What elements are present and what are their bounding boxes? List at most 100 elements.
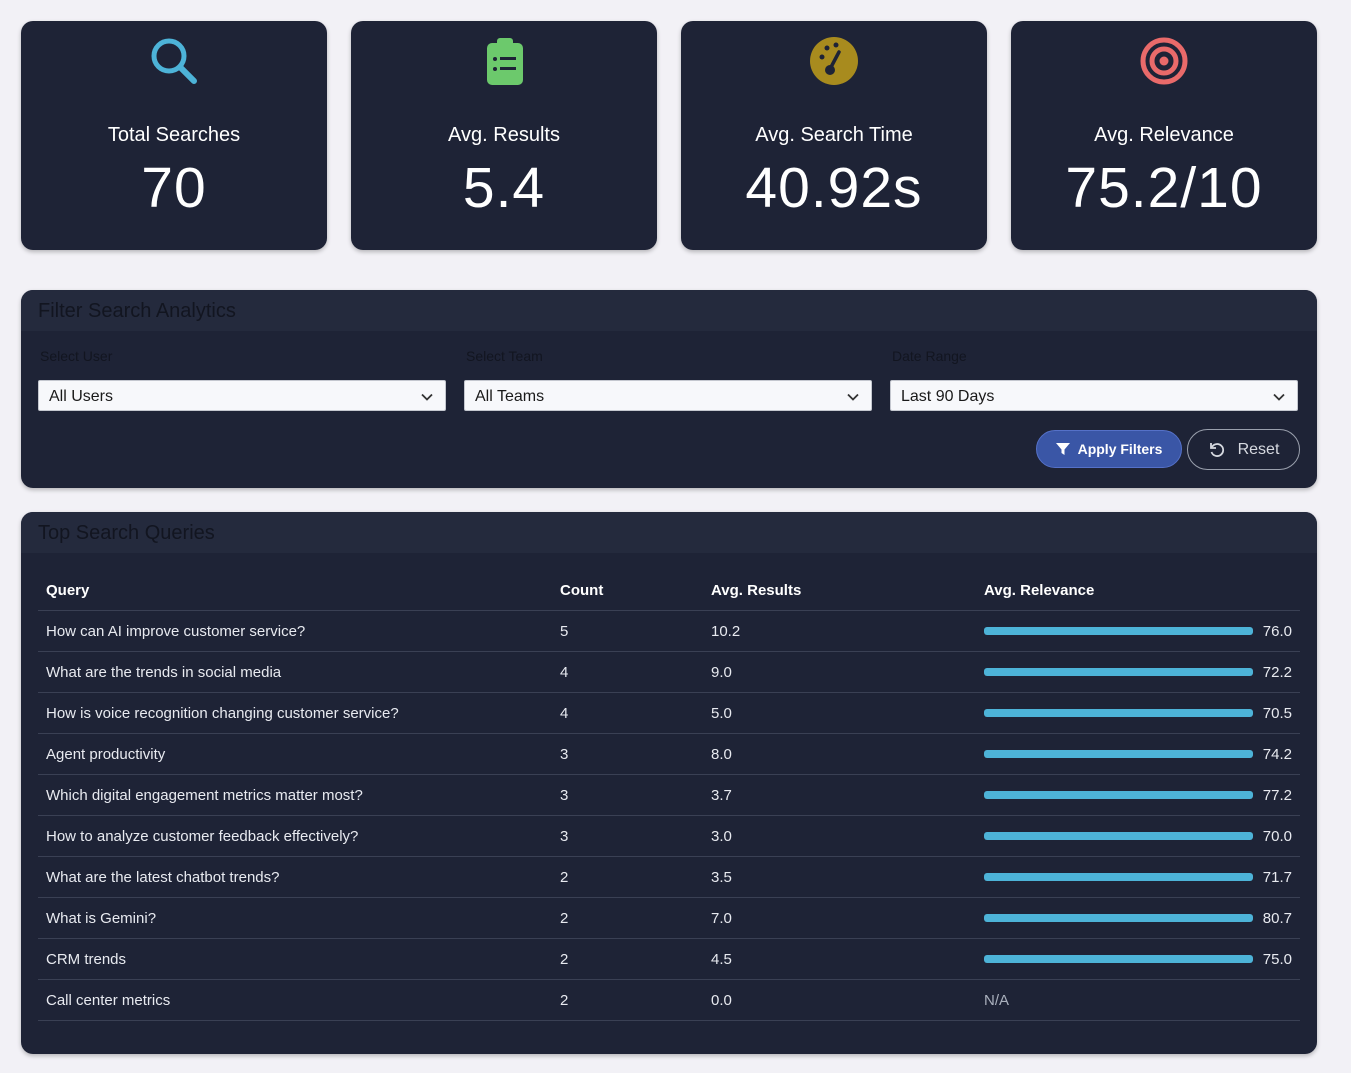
count-cell: 2 [552, 897, 703, 939]
date-range-select[interactable]: Last 90 Days [890, 380, 1298, 411]
chevron-down-icon [1273, 393, 1285, 401]
avg-results-cell: 3.5 [703, 856, 976, 898]
query-cell: What is Gemini? [38, 897, 552, 939]
query-cell: What are the trends in social media [38, 651, 552, 693]
count-cell: 3 [552, 815, 703, 857]
relevance-cell: 77.2 [976, 774, 1300, 816]
relevance-value: 71.7 [1262, 868, 1292, 886]
apply-filters-button[interactable]: Apply Filters [1036, 430, 1182, 468]
user-select[interactable]: All Users [38, 380, 446, 411]
filter-panel-title: Filter Search Analytics [21, 290, 1317, 331]
query-cell: How to analyze customer feedback effecti… [38, 815, 552, 857]
stat-card-avg-relevance: Avg. Relevance 75.2/10 [1011, 21, 1317, 250]
table-row: How to analyze customer feedback effecti… [38, 815, 1300, 857]
column-header-avg-relevance[interactable]: Avg. Relevance [976, 570, 1300, 611]
reset-label: Reset [1237, 440, 1280, 458]
stat-value: 75.2/10 [1065, 156, 1263, 220]
table-row: How is voice recognition changing custom… [38, 692, 1300, 734]
column-header-query[interactable]: Query [38, 570, 552, 611]
relevance-bar [984, 791, 1253, 799]
avg-results-cell: 9.0 [703, 651, 976, 693]
query-cell: Agent productivity [38, 733, 552, 775]
apply-filters-label: Apply Filters [1077, 441, 1163, 457]
avg-results-cell: 10.2 [703, 610, 976, 652]
relevance-bar [984, 750, 1253, 758]
avg-results-cell: 8.0 [703, 733, 976, 775]
avg-results-cell: 7.0 [703, 897, 976, 939]
stat-value: 5.4 [462, 156, 546, 220]
team-select-value: All Teams [475, 388, 545, 405]
stat-title: Avg. Relevance [1094, 124, 1234, 146]
date-filter-label: Date Range [892, 348, 967, 364]
relevance-bar [984, 668, 1253, 676]
date-range-select-value: Last 90 Days [901, 388, 995, 405]
count-cell: 3 [552, 774, 703, 816]
table-row: Call center metrics 2 0.0 N/A [38, 979, 1300, 1021]
table-row: CRM trends 2 4.5 75.0 [38, 938, 1300, 980]
query-cell: CRM trends [38, 938, 552, 980]
search-icon [21, 35, 327, 87]
relevance-cell: 74.2 [976, 733, 1300, 775]
relevance-bar [984, 709, 1253, 717]
relevance-cell: 70.0 [976, 815, 1300, 857]
avg-results-cell: 3.0 [703, 815, 976, 857]
chevron-down-icon [421, 393, 433, 401]
query-cell: How is voice recognition changing custom… [38, 692, 552, 734]
top-queries-title: Top Search Queries [21, 512, 1317, 553]
reset-button[interactable]: Reset [1187, 429, 1300, 470]
count-cell: 2 [552, 856, 703, 898]
chevron-down-icon [847, 393, 859, 401]
table-row: What are the trends in social media 4 9.0 7… [38, 651, 1300, 693]
relevance-value: 75.0 [1262, 950, 1292, 968]
query-cell: What are the latest chatbot trends? [38, 856, 552, 898]
table-row: What are the latest chatbot trends? 2 3.5 7… [38, 856, 1300, 898]
count-cell: 3 [552, 733, 703, 775]
team-select[interactable]: All Teams [464, 380, 872, 411]
user-filter-label: Select User [40, 348, 113, 364]
query-cell: Which digital engagement metrics matter … [38, 774, 552, 816]
relevance-cell: N/A [976, 979, 1300, 1021]
relevance-value: 70.5 [1262, 704, 1292, 722]
table-row: What is Gemini? 2 7.0 80.7 [38, 897, 1300, 939]
column-header-count[interactable]: Count [552, 570, 703, 611]
avg-results-cell: 0.0 [703, 979, 976, 1021]
stat-title: Total Searches [107, 124, 241, 146]
user-select-value: All Users [49, 388, 114, 405]
relevance-value: 70.0 [1262, 827, 1292, 845]
relevance-cell: 71.7 [976, 856, 1300, 898]
relevance-bar [984, 873, 1253, 881]
avg-results-cell: 5.0 [703, 692, 976, 734]
relevance-cell: 80.7 [976, 897, 1300, 939]
stat-card-total-searches: Total Searches 70 [21, 21, 327, 250]
relevance-value: 74.2 [1262, 745, 1292, 763]
column-header-avg-results[interactable]: Avg. Results [703, 570, 976, 611]
stat-card-avg-results: Avg. Results 5.4 [351, 21, 657, 250]
count-cell: 4 [552, 692, 703, 734]
relevance-value: 72.2 [1262, 663, 1292, 681]
relevance-bar [984, 627, 1253, 635]
stat-card-avg-search-time: Avg. Search Time 40.92s [681, 21, 987, 250]
avg-results-cell: 4.5 [703, 938, 976, 980]
clipboard-list-icon [351, 35, 657, 87]
count-cell: 5 [552, 610, 703, 652]
relevance-value: 80.7 [1262, 909, 1292, 927]
filter-icon [1055, 443, 1070, 455]
relevance-bar [984, 914, 1253, 922]
target-icon [1011, 35, 1317, 87]
speedometer-icon [681, 35, 987, 87]
table-row: Which digital engagement metrics matter … [38, 774, 1300, 816]
query-cell: How can AI improve customer service? [38, 610, 552, 652]
count-cell: 2 [552, 938, 703, 980]
top-queries-table: Query Count Avg. Results Avg. Relevance … [38, 570, 1300, 1021]
top-queries-panel: Top Search Queries Query Count Avg. Resu… [21, 512, 1317, 1054]
relevance-cell: 75.0 [976, 938, 1300, 980]
relevance-bar [984, 832, 1253, 840]
count-cell: 2 [552, 979, 703, 1021]
team-filter-label: Select Team [466, 348, 543, 364]
table-row: How can AI improve customer service? 5 10.… [38, 610, 1300, 652]
relevance-cell: 70.5 [976, 692, 1300, 734]
relevance-value: N/A [984, 991, 1010, 1009]
count-cell: 4 [552, 651, 703, 693]
filter-panel: Filter Search Analytics Select User Sele… [21, 290, 1317, 488]
relevance-value: 77.2 [1262, 786, 1292, 804]
